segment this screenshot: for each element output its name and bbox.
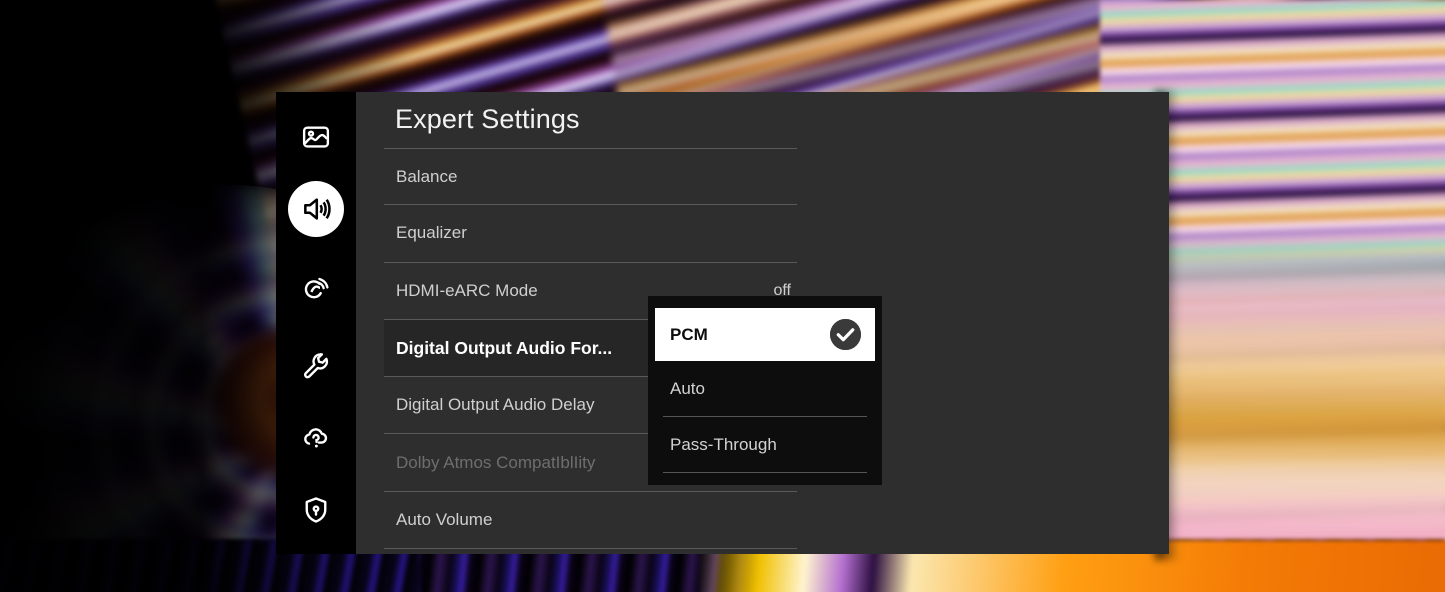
settings-row-label: Equalizer [396, 223, 467, 243]
sidebar-item-support[interactable] [288, 410, 344, 466]
page-title: Expert Settings [395, 104, 580, 134]
dropdown-option-divider [663, 472, 867, 473]
settings-row-label: Balance [396, 166, 458, 186]
check-circle-icon [830, 319, 861, 350]
cloud-help-icon [301, 423, 331, 453]
dropdown-option-pcm[interactable]: PCM [655, 308, 875, 361]
picture-icon [301, 122, 331, 152]
settings-row-label: Digital Output Audio For... [396, 337, 613, 358]
sidebar-item-sound[interactable] [288, 181, 344, 237]
dropdown-option-auto[interactable]: Auto [655, 361, 875, 417]
sidebar-item-broadcast[interactable] [288, 260, 344, 316]
sidebar-item-picture[interactable] [288, 109, 344, 165]
speaker-icon [300, 193, 332, 225]
broadcast-icon [301, 273, 331, 303]
settings-row-auto-volume[interactable]: Auto Volume [384, 492, 797, 550]
wrench-icon [301, 350, 331, 380]
settings-row-label: Auto Volume [396, 509, 493, 529]
dropdown-option-label: Pass-Through [670, 435, 777, 454]
settings-row-balance[interactable]: Balance [384, 148, 797, 206]
dropdown-option-label: PCM [670, 324, 708, 344]
dropdown-option-pass-through[interactable]: Pass-Through [655, 417, 875, 473]
dropdown-option-label: Auto [670, 379, 705, 398]
sidebar-item-privacy[interactable] [288, 482, 344, 538]
settings-row-equalizer[interactable]: Equalizer [384, 205, 797, 263]
tv-settings-screen: Expert Settings Balance Equalizer HDMI-e… [0, 0, 1445, 592]
settings-row-label: HDMI-eARC Mode [396, 280, 538, 300]
settings-row-label: Dolby Atmos CompatIblIity [396, 452, 596, 472]
sidebar-item-support-tools[interactable] [288, 337, 344, 393]
settings-category-rail [276, 92, 356, 554]
digital-output-audio-format-dropdown: PCM Auto Pass-Through [648, 296, 882, 485]
settings-row-label: Digital Output Audio Delay [396, 395, 595, 415]
shield-lock-icon [301, 495, 331, 525]
